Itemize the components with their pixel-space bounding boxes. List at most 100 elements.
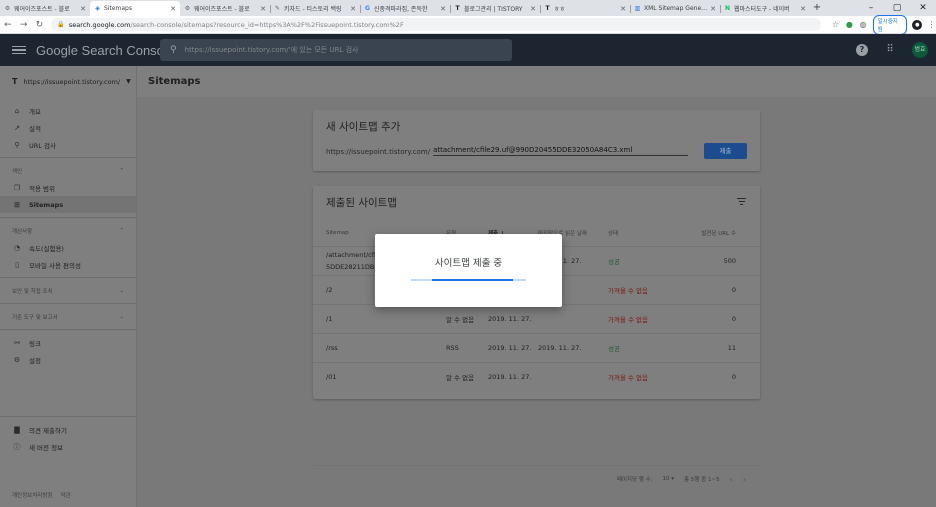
section-security[interactable]: 보안 및 직접 조치 ⌄	[0, 282, 136, 299]
browser-tab[interactable]: ✎ 키자드 - 티스토리 백링 ✕	[270, 1, 360, 16]
add-sitemap-row: https://issuepoint.tistory.com/ attachme…	[326, 146, 689, 156]
chevron-up-icon: ⌃	[119, 167, 124, 174]
tab-close-icon[interactable]: ✕	[170, 5, 176, 13]
sidebar-item-label: 모바일 사용 편의성	[29, 261, 81, 270]
sidebar-item-settings[interactable]: ⚙ 설정	[0, 351, 136, 368]
star-icon[interactable]: ☆	[831, 20, 840, 29]
next-page-icon[interactable]: ›	[743, 475, 746, 484]
browser-tab[interactable]: ⚙ 웨어이즈포스트 - 블로 ✕	[0, 1, 90, 16]
sidebar-item-trending-up[interactable]: ↗ 실적	[0, 119, 136, 136]
tab-close-icon[interactable]: ✕	[710, 5, 716, 13]
profile-avatar[interactable]: ●	[912, 19, 923, 30]
sidebar-item-label: 개요	[29, 107, 41, 116]
cell-last-read: 2019. 11. 27.	[538, 344, 582, 352]
sidebar-item-label: 설정	[29, 356, 41, 365]
browser-tab[interactable]: G 신중격파라집, 존득한 ✕	[360, 1, 450, 16]
hamburger-menu-icon[interactable]	[12, 45, 26, 55]
sidebar-item-sitemap[interactable]: ⊞ Sitemaps	[0, 196, 136, 213]
back-icon[interactable]: ←	[0, 20, 16, 30]
table-row[interactable]: /01 알 수 없음 2019. 11. 27. 가져올 수 없음 0	[313, 362, 760, 391]
app-title[interactable]: Google Search Console	[36, 43, 174, 58]
progress-bar	[432, 279, 513, 281]
new-tab-button[interactable]: +	[810, 1, 824, 16]
rows-per-page-label: 페이지당 행 수:	[616, 477, 653, 483]
prev-page-icon[interactable]: ‹	[730, 475, 733, 484]
address-bar[interactable]: 🔒 search.google.com/search-console/sitem…	[51, 18, 822, 31]
tab-close-icon[interactable]: ✕	[350, 5, 356, 13]
info-icon: ⓘ	[13, 442, 21, 451]
sidebar-item-speed[interactable]: ◔ 속도(실험용)	[0, 239, 136, 256]
apps-grid-icon[interactable]: ⠿	[884, 44, 896, 56]
terms-link[interactable]: 약관	[60, 491, 70, 499]
cell-sitemap: /rss	[326, 344, 338, 352]
page-range: 총 5행 중 1~5	[684, 477, 720, 483]
sidebar-item-info[interactable]: ⓘ 새 버전 정보	[0, 438, 136, 455]
more-vert-icon[interactable]: ⋮	[927, 20, 936, 29]
reload-icon[interactable]: ↻	[32, 20, 48, 30]
extension-icon[interactable]: ●	[845, 20, 854, 29]
submit-button[interactable]: 제출	[704, 143, 747, 159]
extension-icon-2[interactable]: ◍	[859, 20, 868, 29]
status-badge: 성공	[608, 345, 620, 353]
sidebar-item-label: 의견 제출하기	[29, 426, 67, 435]
table-row[interactable]: /1 알 수 없음 2019. 11. 27. 가져올 수 없음 0	[313, 304, 760, 333]
account-avatar[interactable]: 범효	[912, 42, 928, 58]
page-title: Sitemaps	[148, 76, 201, 87]
tab-close-icon[interactable]: ✕	[620, 5, 626, 13]
browser-tab[interactable]: ◈ Sitemaps ✕	[90, 1, 180, 16]
sidebar-item-search[interactable]: ⚲ URL 검사	[0, 136, 136, 153]
section-index[interactable]: 색인 ⌃	[0, 162, 136, 179]
sitemap-url-input[interactable]: attachment/cfile29.uf@990D20455DDE32050A…	[433, 146, 689, 156]
url-path: /search-console/sitemaps?resource_id=htt…	[130, 20, 404, 29]
browser-tab[interactable]: T ㅎㅎ ✕	[540, 1, 630, 16]
sidebar-item-label: URL 검사	[29, 141, 56, 150]
sitemap-url-prefix: https://issuepoint.tistory.com/	[326, 148, 431, 156]
browser-toolbar: ← → ↻ 🔒 search.google.com/search-console…	[0, 14, 936, 35]
section-legacy-tools[interactable]: 기존 도구 및 보고서 ⌄	[0, 308, 136, 325]
forward-icon[interactable]: →	[16, 20, 32, 30]
T-favicon-icon: T	[455, 5, 460, 12]
sidebar-item-phone[interactable]: ▯ 모바일 사용 편의성	[0, 256, 136, 273]
tab-close-icon[interactable]: ✕	[440, 5, 446, 13]
browser-tab[interactable]: T 블로그관리 | TISTORY ✕	[450, 1, 540, 16]
help-icon[interactable]: ?	[856, 44, 868, 56]
tab-close-icon[interactable]: ✕	[80, 5, 86, 13]
tab-title: 키자드 - 티스토리 백링	[284, 6, 342, 13]
sidebar-item-copy[interactable]: ❐ 적용 범위	[0, 179, 136, 196]
tab-close-icon[interactable]: ✕	[530, 5, 536, 13]
privacy-link[interactable]: 개인정보처리방침	[12, 491, 52, 499]
trending-up-icon: ↗	[14, 123, 20, 132]
status-badge: 가져올 수 없음	[608, 287, 649, 295]
progress-track	[411, 279, 526, 281]
browser-tab[interactable]: ▥ XML Sitemap Generat ✕	[630, 1, 720, 16]
chevron-down-icon: ⌄	[119, 313, 124, 320]
browser-tab[interactable]: ⚙ 웨어이즈포스트 - 블로 ✕	[180, 1, 270, 16]
sidebar-item-label: Sitemaps	[29, 200, 64, 209]
filter-icon[interactable]	[737, 198, 746, 207]
property-selector[interactable]: T https://issuepoint.tistory.com/ ▼	[0, 66, 137, 97]
url-inspect-search[interactable]: ⚲ https://issuepoint.tistory.com/'에 있는 모…	[160, 39, 512, 61]
dropdown-arrow-icon: ▼	[126, 78, 131, 85]
tab-close-icon[interactable]: ✕	[260, 5, 266, 13]
home-icon: ⌂	[14, 106, 20, 115]
browser-tab[interactable]: N 웹마스터도구 - 네이버 ✕	[720, 1, 810, 16]
property-label: https://issuepoint.tistory.com/	[23, 77, 121, 86]
tab-title: 신중격파라집, 존득한	[374, 6, 428, 13]
sidebar-item-feedback[interactable]: ▇ 의견 제출하기	[0, 421, 136, 438]
cell-discovered-urls: 0	[731, 286, 736, 294]
sidebar-item-label: 속도(실험용)	[29, 244, 64, 253]
rows-per-page-select[interactable]: 10 ▾	[663, 476, 675, 482]
section-enhancements[interactable]: 개선사항 ⌃	[0, 222, 136, 239]
cell-discovered-urls: 11	[727, 344, 736, 352]
sidebar-item-home[interactable]: ⌂ 개요	[0, 102, 136, 119]
col-discovered-urls[interactable]: 발견된 URL 수	[673, 219, 736, 246]
dialog-title: 사이트맵 제출 중	[434, 258, 503, 269]
speed-icon: ◔	[13, 243, 21, 252]
sidebar-item-links[interactable]: ⚯ 링크	[0, 334, 136, 351]
status-badge: 가져올 수 없음	[608, 374, 649, 382]
table-row[interactable]: /rss RSS 2019. 11. 27. 2019. 11. 27. 성공 11	[313, 333, 760, 362]
tab-close-icon[interactable]: ✕	[800, 5, 806, 13]
sidebar-item-label: 적용 범위	[29, 184, 55, 193]
col-status[interactable]: 상태	[608, 219, 668, 246]
sync-paused-button[interactable]: 일시중지됨	[872, 14, 908, 35]
